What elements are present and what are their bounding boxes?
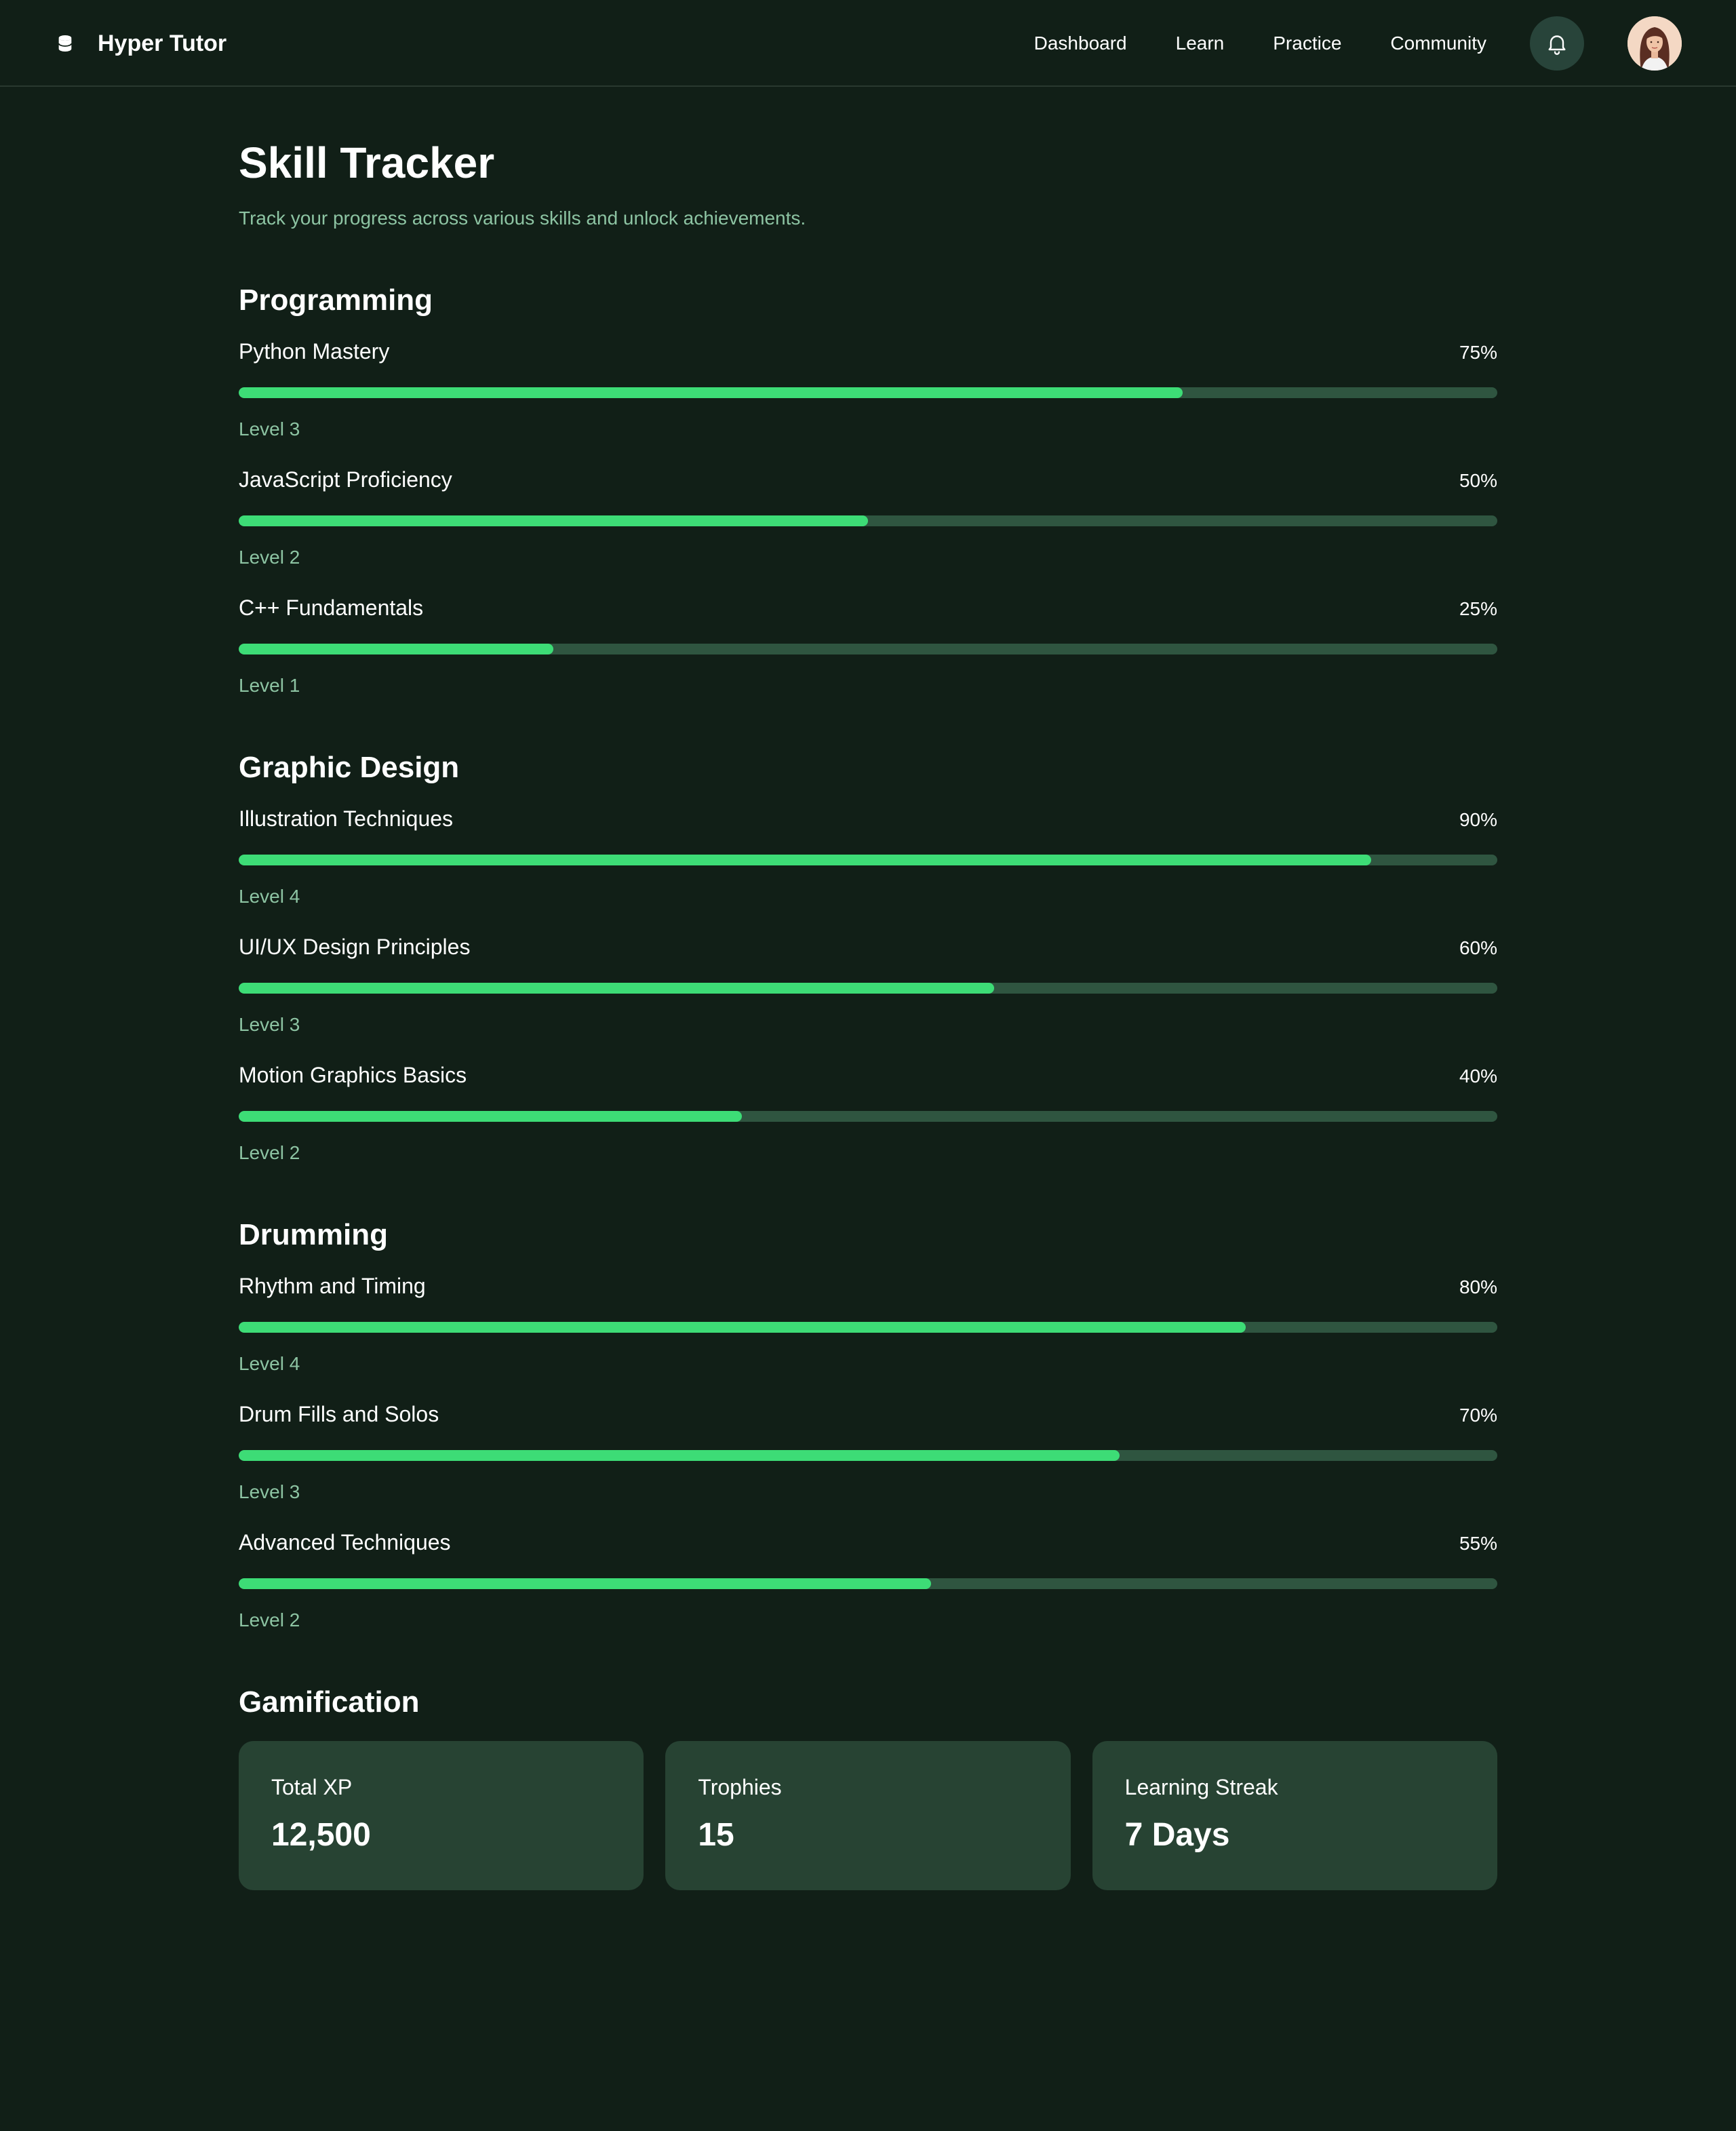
stat-label: Total XP bbox=[271, 1774, 353, 1799]
stat-cards: Total XP 12,500 Trophies 15 Learning Str… bbox=[239, 1740, 1497, 1890]
skill-item: Python Mastery 75% Level 3 bbox=[239, 339, 1497, 440]
stat-card-trophies: Trophies 15 bbox=[665, 1740, 1071, 1890]
bell-icon bbox=[1548, 35, 1566, 55]
progress-fill bbox=[239, 1449, 1120, 1461]
skill-percent: 40% bbox=[1459, 1065, 1497, 1087]
stat-card-total-xp: Total XP 12,500 bbox=[239, 1740, 644, 1890]
progress-track bbox=[239, 1110, 1497, 1122]
skill-name: Motion Graphics Basics bbox=[239, 1062, 467, 1087]
skill-section-programming: Programming Python Mastery 75% Level 3 J… bbox=[239, 284, 1497, 697]
progress-fill bbox=[239, 982, 994, 994]
skill-section-graphic-design: Graphic Design Illustration Techniques 9… bbox=[239, 751, 1497, 1164]
top-navigation-bar: Hyper Tutor Dashboard Learn Practice Com… bbox=[0, 0, 1736, 87]
progress-track bbox=[239, 1321, 1497, 1333]
progress-fill bbox=[239, 854, 1372, 865]
skill-name: JavaScript Proficiency bbox=[239, 467, 452, 492]
progress-fill bbox=[239, 643, 553, 654]
brand-name: Hyper Tutor bbox=[98, 30, 227, 56]
skill-percent: 70% bbox=[1459, 1404, 1497, 1426]
progress-fill bbox=[239, 515, 868, 526]
skill-percent: 80% bbox=[1459, 1276, 1497, 1297]
skill-name: C++ Fundamentals bbox=[239, 595, 424, 620]
progress-fill bbox=[239, 1578, 931, 1589]
section-title: Programming bbox=[239, 283, 433, 317]
nav-link-practice[interactable]: Practice bbox=[1273, 33, 1341, 54]
stat-label: Learning Streak bbox=[1124, 1774, 1278, 1799]
stat-value: 15 bbox=[698, 1816, 734, 1853]
skill-name: UI/UX Design Principles bbox=[239, 934, 471, 959]
skill-name: Advanced Techniques bbox=[239, 1529, 451, 1555]
database-icon bbox=[54, 33, 76, 54]
main-nav: Dashboard Learn Practice Community bbox=[1034, 0, 1736, 87]
skill-percent: 90% bbox=[1459, 808, 1497, 830]
nav-link-learn[interactable]: Learn bbox=[1176, 33, 1225, 54]
skill-item: Rhythm and Timing 80% Level 4 bbox=[239, 1274, 1497, 1375]
brand[interactable]: Hyper Tutor bbox=[54, 0, 226, 87]
skill-percent: 55% bbox=[1459, 1532, 1497, 1554]
skill-level: Level 3 bbox=[239, 1013, 300, 1035]
skill-item: UI/UX Design Principles 60% Level 3 bbox=[239, 935, 1497, 1036]
skill-percent: 75% bbox=[1459, 341, 1497, 363]
section-title: Graphic Design bbox=[239, 750, 460, 784]
progress-track bbox=[239, 854, 1497, 865]
section-title: Drumming bbox=[239, 1217, 388, 1251]
skill-level: Level 4 bbox=[239, 1352, 300, 1374]
stat-card-learning-streak: Learning Streak 7 Days bbox=[1092, 1740, 1497, 1890]
main-content: Skill Tracker Track your progress across… bbox=[239, 87, 1497, 1890]
skill-percent: 50% bbox=[1459, 469, 1497, 491]
progress-track bbox=[239, 1578, 1497, 1589]
page-title: Skill Tracker bbox=[239, 138, 495, 187]
user-avatar[interactable] bbox=[1628, 16, 1682, 71]
skill-item: Motion Graphics Basics 40% Level 2 bbox=[239, 1063, 1497, 1164]
stat-label: Trophies bbox=[698, 1774, 782, 1799]
progress-track bbox=[239, 1449, 1497, 1461]
skill-level: Level 3 bbox=[239, 418, 300, 439]
skill-percent: 25% bbox=[1459, 598, 1497, 619]
section-title: Gamification bbox=[239, 1685, 420, 1719]
skill-level: Level 2 bbox=[239, 1609, 300, 1630]
skill-level: Level 2 bbox=[239, 546, 300, 568]
skill-item: JavaScript Proficiency 50% Level 2 bbox=[239, 467, 1497, 568]
stat-value: 12,500 bbox=[271, 1816, 371, 1853]
skill-name: Rhythm and Timing bbox=[239, 1273, 426, 1298]
gamification-section: Gamification Total XP 12,500 Trophies 15… bbox=[239, 1685, 1497, 1890]
skill-name: Python Mastery bbox=[239, 338, 390, 364]
progress-track bbox=[239, 387, 1497, 398]
skill-name: Illustration Techniques bbox=[239, 806, 454, 831]
skill-item: Drum Fills and Solos 70% Level 3 bbox=[239, 1402, 1497, 1503]
page-subtitle: Track your progress across various skill… bbox=[239, 207, 806, 229]
stat-value: 7 Days bbox=[1124, 1816, 1230, 1853]
skill-item: Advanced Techniques 55% Level 2 bbox=[239, 1530, 1497, 1631]
progress-fill bbox=[239, 387, 1183, 398]
skill-section-drumming: Drumming Rhythm and Timing 80% Level 4 D… bbox=[239, 1218, 1497, 1631]
skill-item: Illustration Techniques 90% Level 4 bbox=[239, 806, 1497, 907]
nav-link-community[interactable]: Community bbox=[1390, 33, 1486, 54]
skill-name: Drum Fills and Solos bbox=[239, 1401, 439, 1426]
skill-item: C++ Fundamentals 25% Level 1 bbox=[239, 595, 1497, 697]
progress-fill bbox=[239, 1110, 743, 1122]
avatar-portrait-icon bbox=[1628, 16, 1682, 71]
nav-link-dashboard[interactable]: Dashboard bbox=[1034, 33, 1127, 54]
progress-track bbox=[239, 982, 1497, 994]
skill-level: Level 1 bbox=[239, 674, 300, 696]
skill-percent: 60% bbox=[1459, 937, 1497, 958]
progress-track bbox=[239, 515, 1497, 526]
progress-fill bbox=[239, 1321, 1246, 1333]
skill-level: Level 4 bbox=[239, 885, 300, 907]
skill-level: Level 3 bbox=[239, 1481, 300, 1502]
notifications-button[interactable] bbox=[1530, 16, 1584, 71]
progress-track bbox=[239, 643, 1497, 654]
skill-level: Level 2 bbox=[239, 1141, 300, 1163]
